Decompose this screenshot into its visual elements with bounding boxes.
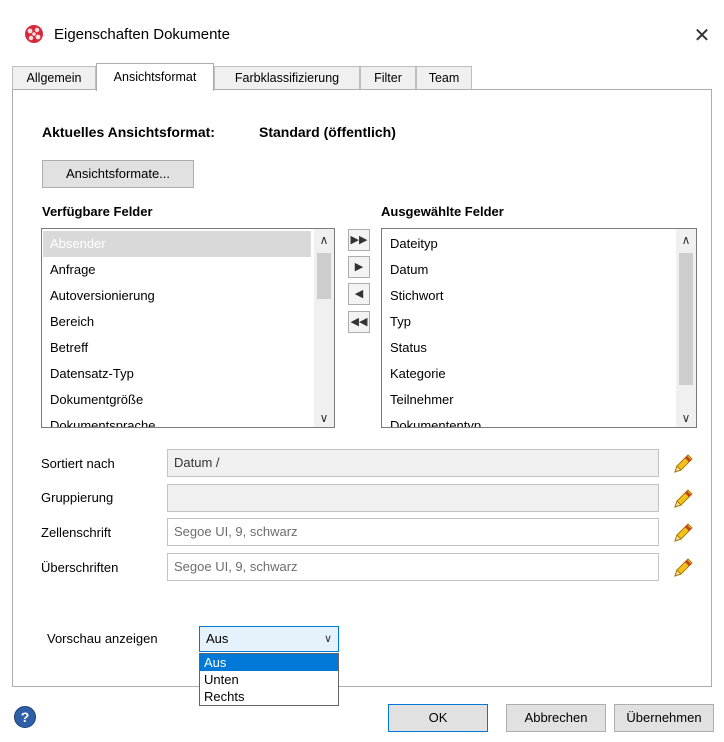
remove-all-button[interactable]: ◀◀: [348, 311, 370, 333]
available-fields-heading: Verfügbare Felder: [42, 204, 153, 219]
sort-field[interactable]: Datum /: [167, 449, 659, 477]
list-item[interactable]: Dokumententyp: [390, 413, 481, 427]
scroll-up-icon[interactable]: ∧: [676, 231, 696, 249]
tab-filter[interactable]: Filter: [360, 66, 416, 90]
close-button[interactable]: ✕: [688, 22, 716, 50]
cancel-button[interactable]: Abbrechen: [506, 704, 606, 732]
remove-button[interactable]: ◀: [348, 283, 370, 305]
available-fields-list[interactable]: Absender Anfrage Autoversionierung Berei…: [41, 228, 335, 428]
selected-fields-list[interactable]: Dateityp Datum Stichwort Typ Status Kate…: [381, 228, 697, 428]
cell-font-field[interactable]: Segoe UI, 9, schwarz: [167, 518, 659, 546]
list-item[interactable]: Anfrage: [50, 257, 96, 283]
view-formats-button[interactable]: Ansichtsformate...: [42, 160, 194, 188]
tab-ansichtsformat[interactable]: Ansichtsformat: [96, 63, 214, 91]
group-field[interactable]: [167, 484, 659, 512]
list-item[interactable]: Betreff: [50, 335, 88, 361]
tab-farbklassifizierung[interactable]: Farbklassifizierung: [214, 66, 360, 90]
available-fields-scrollbar[interactable]: ∧ ∨: [314, 229, 334, 427]
pencil-icon[interactable]: [671, 487, 695, 511]
apply-button[interactable]: Übernehmen: [614, 704, 714, 732]
selected-fields-scrollbar[interactable]: ∧ ∨: [676, 229, 696, 427]
app-logo-icon: [25, 25, 43, 43]
list-item[interactable]: Datum: [390, 257, 428, 283]
list-item[interactable]: Kategorie: [390, 361, 446, 387]
tab-allgemein[interactable]: Allgemein: [12, 66, 96, 90]
group-label: Gruppierung: [41, 490, 114, 505]
list-item[interactable]: Datensatz-Typ: [50, 361, 134, 387]
tab-panel-ansichtsformat: Aktuelles Ansichtsformat: Standard (öffe…: [12, 89, 712, 706]
current-format-label: Aktuelles Ansichtsformat:: [42, 124, 215, 140]
preview-label: Vorschau anzeigen: [47, 631, 158, 646]
scroll-thumb[interactable]: [679, 253, 693, 385]
headings-label: Überschriften: [41, 560, 119, 575]
scroll-up-icon[interactable]: ∧: [314, 231, 334, 249]
current-format-value: Standard (öffentlich): [259, 124, 396, 140]
list-item[interactable]: Teilnehmer: [390, 387, 454, 413]
list-item[interactable]: Dokumentsprache: [50, 413, 156, 427]
headings-field[interactable]: Segoe UI, 9, schwarz: [167, 553, 659, 581]
scroll-down-icon[interactable]: ∨: [676, 409, 696, 427]
tab-strip: Allgemein Ansichtsformat Farbklassifizie…: [12, 63, 712, 91]
title-bar: Eigenschaften Dokumente ✕: [0, 0, 724, 66]
list-item[interactable]: Dokumentgröße: [50, 387, 143, 413]
preview-options-list[interactable]: Aus Unten Rechts: [199, 653, 339, 706]
list-item[interactable]: Dateityp: [390, 231, 438, 257]
list-item[interactable]: Typ: [390, 309, 411, 335]
selected-fields-heading: Ausgewählte Felder: [381, 204, 504, 219]
cell-font-label: Zellenschrift: [41, 525, 112, 540]
pencil-icon[interactable]: [671, 452, 695, 476]
list-item[interactable]: Bereich: [50, 309, 94, 335]
pencil-icon[interactable]: [671, 556, 695, 580]
list-item[interactable]: Absender: [43, 231, 311, 257]
preview-select[interactable]: Aus ∨: [199, 626, 339, 652]
tab-team[interactable]: Team: [416, 66, 472, 90]
scroll-thumb[interactable]: [317, 253, 331, 299]
list-item[interactable]: Autoversionierung: [50, 283, 155, 309]
chevron-down-icon: ∨: [323, 633, 332, 645]
preview-select-value: Aus: [206, 631, 229, 646]
ok-button[interactable]: OK: [388, 704, 488, 732]
list-item[interactable]: Status: [390, 335, 427, 361]
sort-label: Sortiert nach: [41, 456, 115, 471]
window-title: Eigenschaften Dokumente: [54, 26, 230, 43]
pencil-icon[interactable]: [671, 521, 695, 545]
add-button[interactable]: ▶: [348, 256, 370, 278]
help-icon[interactable]: ?: [14, 706, 36, 728]
add-all-button[interactable]: ▶▶: [348, 229, 370, 251]
preview-option-unten[interactable]: Unten: [200, 671, 338, 688]
preview-option-rechts[interactable]: Rechts: [200, 688, 338, 705]
list-item[interactable]: Stichwort: [390, 283, 443, 309]
scroll-down-icon[interactable]: ∨: [314, 409, 334, 427]
preview-option-aus[interactable]: Aus: [200, 654, 338, 671]
